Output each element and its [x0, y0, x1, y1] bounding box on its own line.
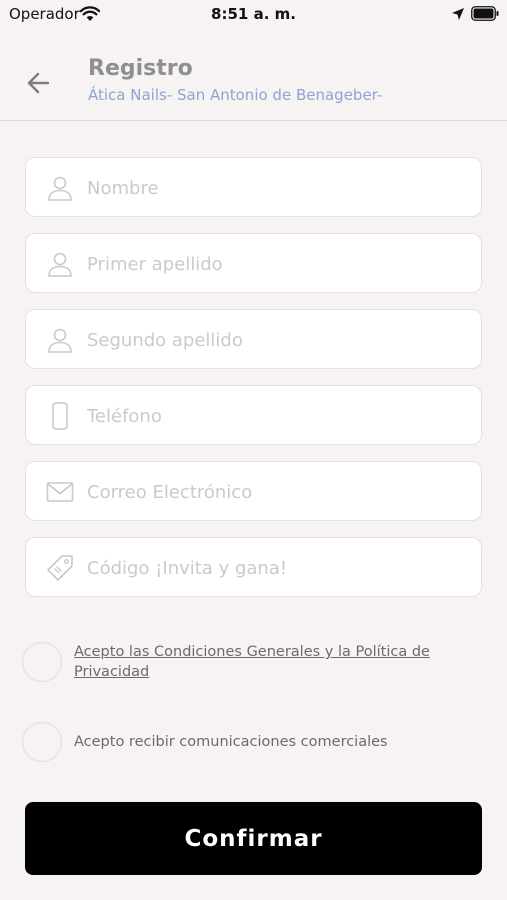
user-icon: [48, 328, 72, 353]
telefono-field[interactable]: [25, 385, 482, 446]
terms-consent-row: Acepto las Condiciones Generales y la Po…: [22, 642, 492, 686]
email-input[interactable]: [85, 462, 469, 522]
page-title: Registro: [88, 56, 193, 81]
terms-link[interactable]: Acepto las Condiciones Generales y la Po…: [74, 642, 454, 682]
terms-checkbox[interactable]: [22, 642, 62, 682]
page-subtitle: Ática Nails- San Antonio de Benageber-: [88, 86, 383, 104]
user-icon: [48, 176, 72, 201]
marketing-consent-row: Acepto recibir comunicaciones comerciale…: [22, 722, 492, 764]
header: Registro Ática Nails- San Antonio de Ben…: [0, 44, 507, 121]
location-arrow-icon: [452, 8, 464, 20]
nombre-field[interactable]: [25, 157, 482, 218]
status-bar: Operador 8:51 a. m.: [0, 0, 507, 30]
codigo-input[interactable]: [85, 538, 469, 598]
nombre-input[interactable]: [85, 158, 469, 218]
codigo-field[interactable]: [25, 537, 482, 598]
email-field[interactable]: [25, 461, 482, 522]
tag-icon: [47, 555, 73, 581]
segundo-apellido-input[interactable]: [85, 310, 469, 370]
marketing-checkbox[interactable]: [22, 722, 62, 762]
segundo-apellido-field[interactable]: [25, 309, 482, 370]
user-icon: [48, 252, 72, 277]
mail-icon: [46, 482, 74, 502]
phone-icon: [52, 402, 68, 430]
confirm-button[interactable]: Confirmar: [25, 802, 482, 875]
primer-apellido-field[interactable]: [25, 233, 482, 294]
telefono-input[interactable]: [85, 386, 469, 446]
status-time: 8:51 a. m.: [211, 5, 296, 23]
back-arrow-icon[interactable]: [22, 66, 56, 100]
marketing-label: Acepto recibir comunicaciones comerciale…: [74, 734, 388, 750]
battery-icon: [471, 6, 499, 21]
primer-apellido-input[interactable]: [85, 234, 469, 294]
